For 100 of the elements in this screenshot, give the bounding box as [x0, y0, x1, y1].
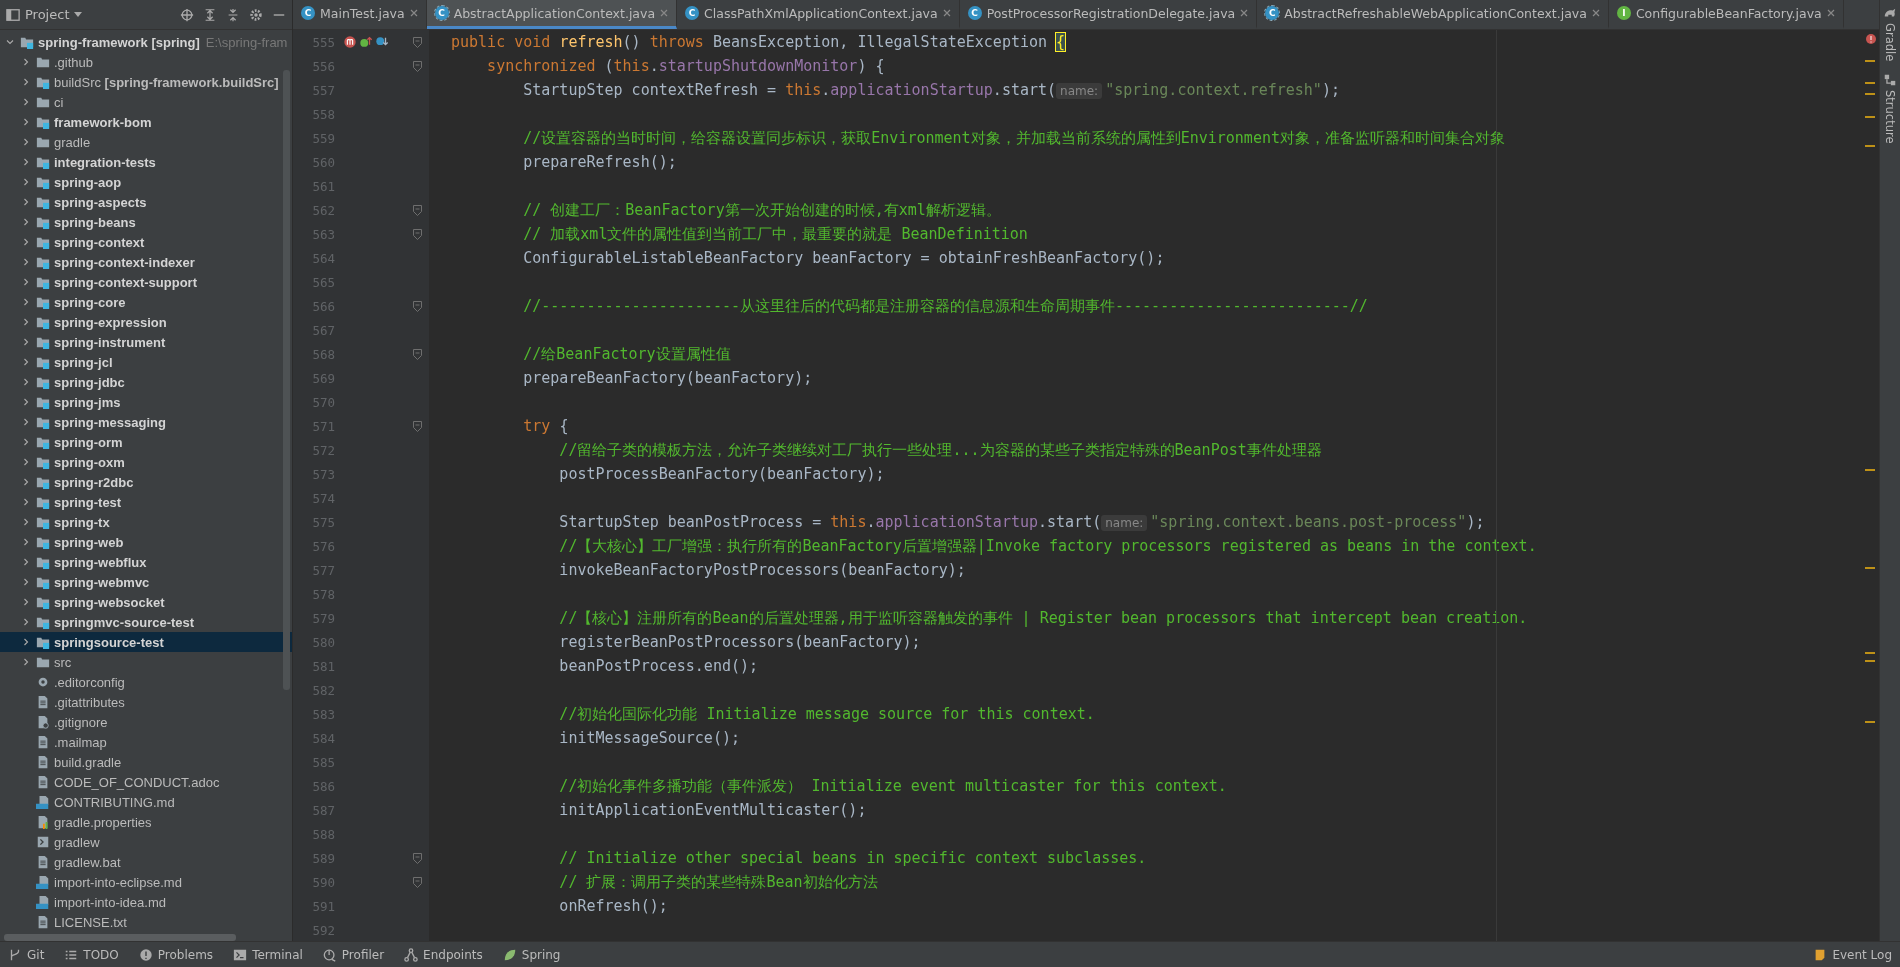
close-icon[interactable] — [1826, 9, 1835, 17]
tool-window-button[interactable]: TODO — [64, 947, 119, 962]
tree-item[interactable]: springmvc-source-test — [0, 612, 292, 632]
project-view-selector[interactable]: Project — [6, 7, 83, 22]
collapse-all-icon[interactable] — [226, 7, 240, 22]
tree-item[interactable]: spring-context — [0, 232, 292, 252]
scrollbar-thumb[interactable] — [283, 70, 290, 690]
tree-item[interactable]: .mailmap — [0, 732, 292, 752]
tree-item[interactable]: gradle — [0, 132, 292, 152]
implementations-arrow-icon[interactable] — [375, 35, 389, 49]
recursion-icon[interactable] — [343, 35, 357, 49]
close-icon[interactable] — [660, 9, 669, 17]
tree-item[interactable]: spring-aspects — [0, 192, 292, 212]
editor-tab[interactable]: I ConfigurableBeanFactory.java — [1608, 0, 1844, 29]
tree-item[interactable]: spring-jcl — [0, 352, 292, 372]
module-folder-icon — [36, 615, 50, 629]
fold-marker-icon[interactable] — [413, 60, 422, 72]
warning-stripe[interactable] — [1865, 60, 1875, 63]
tree-item[interactable]: spring-jdbc — [0, 372, 292, 392]
tree-item[interactable]: gradlew.bat — [0, 852, 292, 872]
tree-item[interactable]: spring-messaging — [0, 412, 292, 432]
tree-item[interactable]: spring-oxm — [0, 452, 292, 472]
tree-item[interactable]: ci — [0, 92, 292, 112]
override-arrow-icon[interactable] — [359, 35, 373, 49]
tree-item[interactable]: spring-context-support — [0, 272, 292, 292]
code-line: // 加载xml文件的属性值到当前工厂中，最重要的就是 BeanDefinition — [522, 224, 1029, 245]
tree-item[interactable]: LICENSE.txt — [0, 912, 292, 932]
tree-item[interactable]: import-into-idea.md — [0, 892, 292, 912]
tree-item[interactable]: import-into-eclipse.md — [0, 872, 292, 892]
tree-item[interactable]: build.gradle — [0, 752, 292, 772]
tree-item[interactable]: spring-websocket — [0, 592, 292, 612]
fold-marker-icon[interactable] — [413, 852, 422, 864]
close-icon[interactable] — [1591, 9, 1600, 17]
settings-icon[interactable] — [249, 7, 263, 22]
fold-marker-icon[interactable] — [413, 204, 422, 216]
tree-item[interactable]: spring-orm — [0, 432, 292, 452]
code-line: onRefresh(); — [558, 896, 669, 917]
warning-stripe[interactable] — [1865, 469, 1875, 472]
tree-item[interactable]: spring-webmvc — [0, 572, 292, 592]
tree-item[interactable]: spring-core — [0, 292, 292, 312]
editor-tab[interactable]: C PostProcessorRegistrationDelegate.java — [959, 0, 1258, 29]
tool-window-button[interactable]: Problems — [138, 947, 214, 962]
close-icon[interactable] — [409, 9, 418, 17]
tree-item[interactable]: spring-test — [0, 492, 292, 512]
tool-window-button[interactable]: Terminal — [233, 947, 303, 962]
fold-marker-icon[interactable] — [413, 228, 422, 240]
expand-all-icon[interactable] — [203, 7, 217, 22]
fold-marker-icon[interactable] — [413, 300, 422, 312]
code-line: // 扩展：调用子类的某些特殊Bean初始化方法 — [558, 872, 879, 893]
tree-item[interactable]: .gitignore — [0, 712, 292, 732]
tree-item[interactable]: spring-expression — [0, 312, 292, 332]
locate-icon[interactable] — [180, 7, 194, 22]
tree-item[interactable]: spring-context-indexer — [0, 252, 292, 272]
tree-item[interactable]: spring-tx — [0, 512, 292, 532]
tool-window-tab[interactable]: Structure — [1883, 73, 1897, 144]
error-icon[interactable] — [1866, 34, 1876, 44]
warning-stripe[interactable] — [1865, 116, 1875, 119]
tree-item[interactable]: springsource-test — [0, 632, 292, 652]
close-icon[interactable] — [942, 9, 951, 17]
tree-item[interactable]: src — [0, 652, 292, 672]
tree-item[interactable]: .github — [0, 52, 292, 72]
tree-item[interactable]: buildSrc [spring-framework.buildSrc] — [0, 72, 292, 92]
tool-window-button[interactable]: Git — [8, 947, 45, 962]
event-log-button[interactable]: Event Log — [1813, 947, 1892, 962]
warning-stripe[interactable] — [1865, 145, 1875, 148]
tool-window-button[interactable]: Endpoints — [404, 947, 483, 962]
tree-item[interactable]: spring-webflux — [0, 552, 292, 572]
tool-window-button[interactable]: Spring — [502, 947, 561, 962]
tree-item[interactable]: CODE_OF_CONDUCT.adoc — [0, 772, 292, 792]
tree-item[interactable]: spring-aop — [0, 172, 292, 192]
warning-stripe[interactable] — [1865, 721, 1875, 724]
tree-item[interactable]: spring-jms — [0, 392, 292, 412]
endpoints-icon — [404, 947, 419, 962]
tree-item[interactable]: integration-tests — [0, 152, 292, 172]
tool-window-tab[interactable]: Gradle — [1883, 6, 1897, 62]
warning-stripe[interactable] — [1865, 567, 1875, 570]
module-folder-icon — [36, 315, 50, 329]
fold-marker-icon[interactable] — [413, 348, 422, 360]
tool-window-button[interactable]: Profiler — [322, 947, 385, 962]
tree-item[interactable]: .editorconfig — [0, 672, 292, 692]
editor-tab[interactable]: C AbstractApplicationContext.java — [426, 0, 678, 29]
editor-tab[interactable]: C MainTest.java — [293, 0, 427, 29]
tree-item[interactable]: spring-beans — [0, 212, 292, 232]
fold-marker-icon[interactable] — [413, 36, 422, 48]
module-folder-icon — [36, 195, 50, 209]
tree-item[interactable]: spring-instrument — [0, 332, 292, 352]
scrollbar-thumb[interactable] — [4, 934, 236, 941]
tree-item[interactable]: spring-r2dbc — [0, 472, 292, 492]
editor-tab[interactable]: C ClassPathXmlApplicationContext.java — [677, 0, 960, 29]
tree-item[interactable]: CONTRIBUTING.md — [0, 792, 292, 812]
fold-marker-icon[interactable] — [413, 420, 422, 432]
tree-item[interactable]: spring-web — [0, 532, 292, 552]
close-icon[interactable] — [1240, 9, 1249, 17]
tree-item[interactable]: spring-framework [spring] E:\spring-fram — [0, 32, 292, 52]
tree-item[interactable]: gradlew — [0, 832, 292, 852]
tree-item[interactable]: .gitattributes — [0, 692, 292, 712]
tree-item[interactable]: gradle.properties — [0, 812, 292, 832]
editor-tab[interactable]: C AbstractRefreshableWebApplicationContext.java — [1257, 0, 1609, 29]
tree-item[interactable]: framework-bom — [0, 112, 292, 132]
fold-marker-icon[interactable] — [413, 876, 422, 888]
